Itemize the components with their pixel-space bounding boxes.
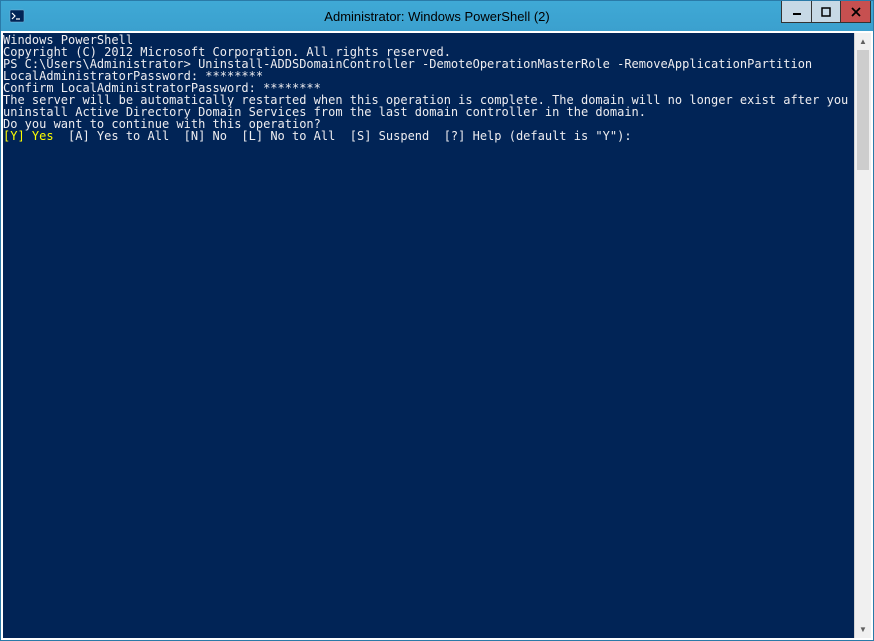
- scrollbar-track[interactable]: [855, 50, 871, 621]
- scroll-up-arrow-icon[interactable]: ▲: [855, 33, 871, 50]
- vertical-scrollbar[interactable]: ▲ ▼: [854, 33, 871, 638]
- minimize-button[interactable]: [781, 1, 811, 23]
- scroll-down-arrow-icon[interactable]: ▼: [855, 621, 871, 638]
- powershell-icon: [9, 8, 25, 24]
- prompt-default-option: [Y] Yes: [3, 129, 54, 143]
- console-output[interactable]: Windows PowerShellCopyright (C) 2012 Mic…: [3, 33, 854, 638]
- titlebar[interactable]: Administrator: Windows PowerShell (2): [1, 1, 873, 31]
- powershell-window: Administrator: Windows PowerShell (2) Wi…: [0, 0, 874, 641]
- close-button[interactable]: [841, 1, 871, 23]
- console-area: Windows PowerShellCopyright (C) 2012 Mic…: [1, 31, 873, 640]
- scrollbar-thumb[interactable]: [857, 50, 869, 170]
- window-title: Administrator: Windows PowerShell (2): [1, 9, 873, 24]
- window-controls: [781, 1, 873, 23]
- prompt-options: [A] Yes to All [N] No [L] No to All [S] …: [54, 129, 632, 143]
- console-prompt-line: [Y] Yes [A] Yes to All [N] No [L] No to …: [3, 130, 854, 142]
- maximize-button[interactable]: [811, 1, 841, 23]
